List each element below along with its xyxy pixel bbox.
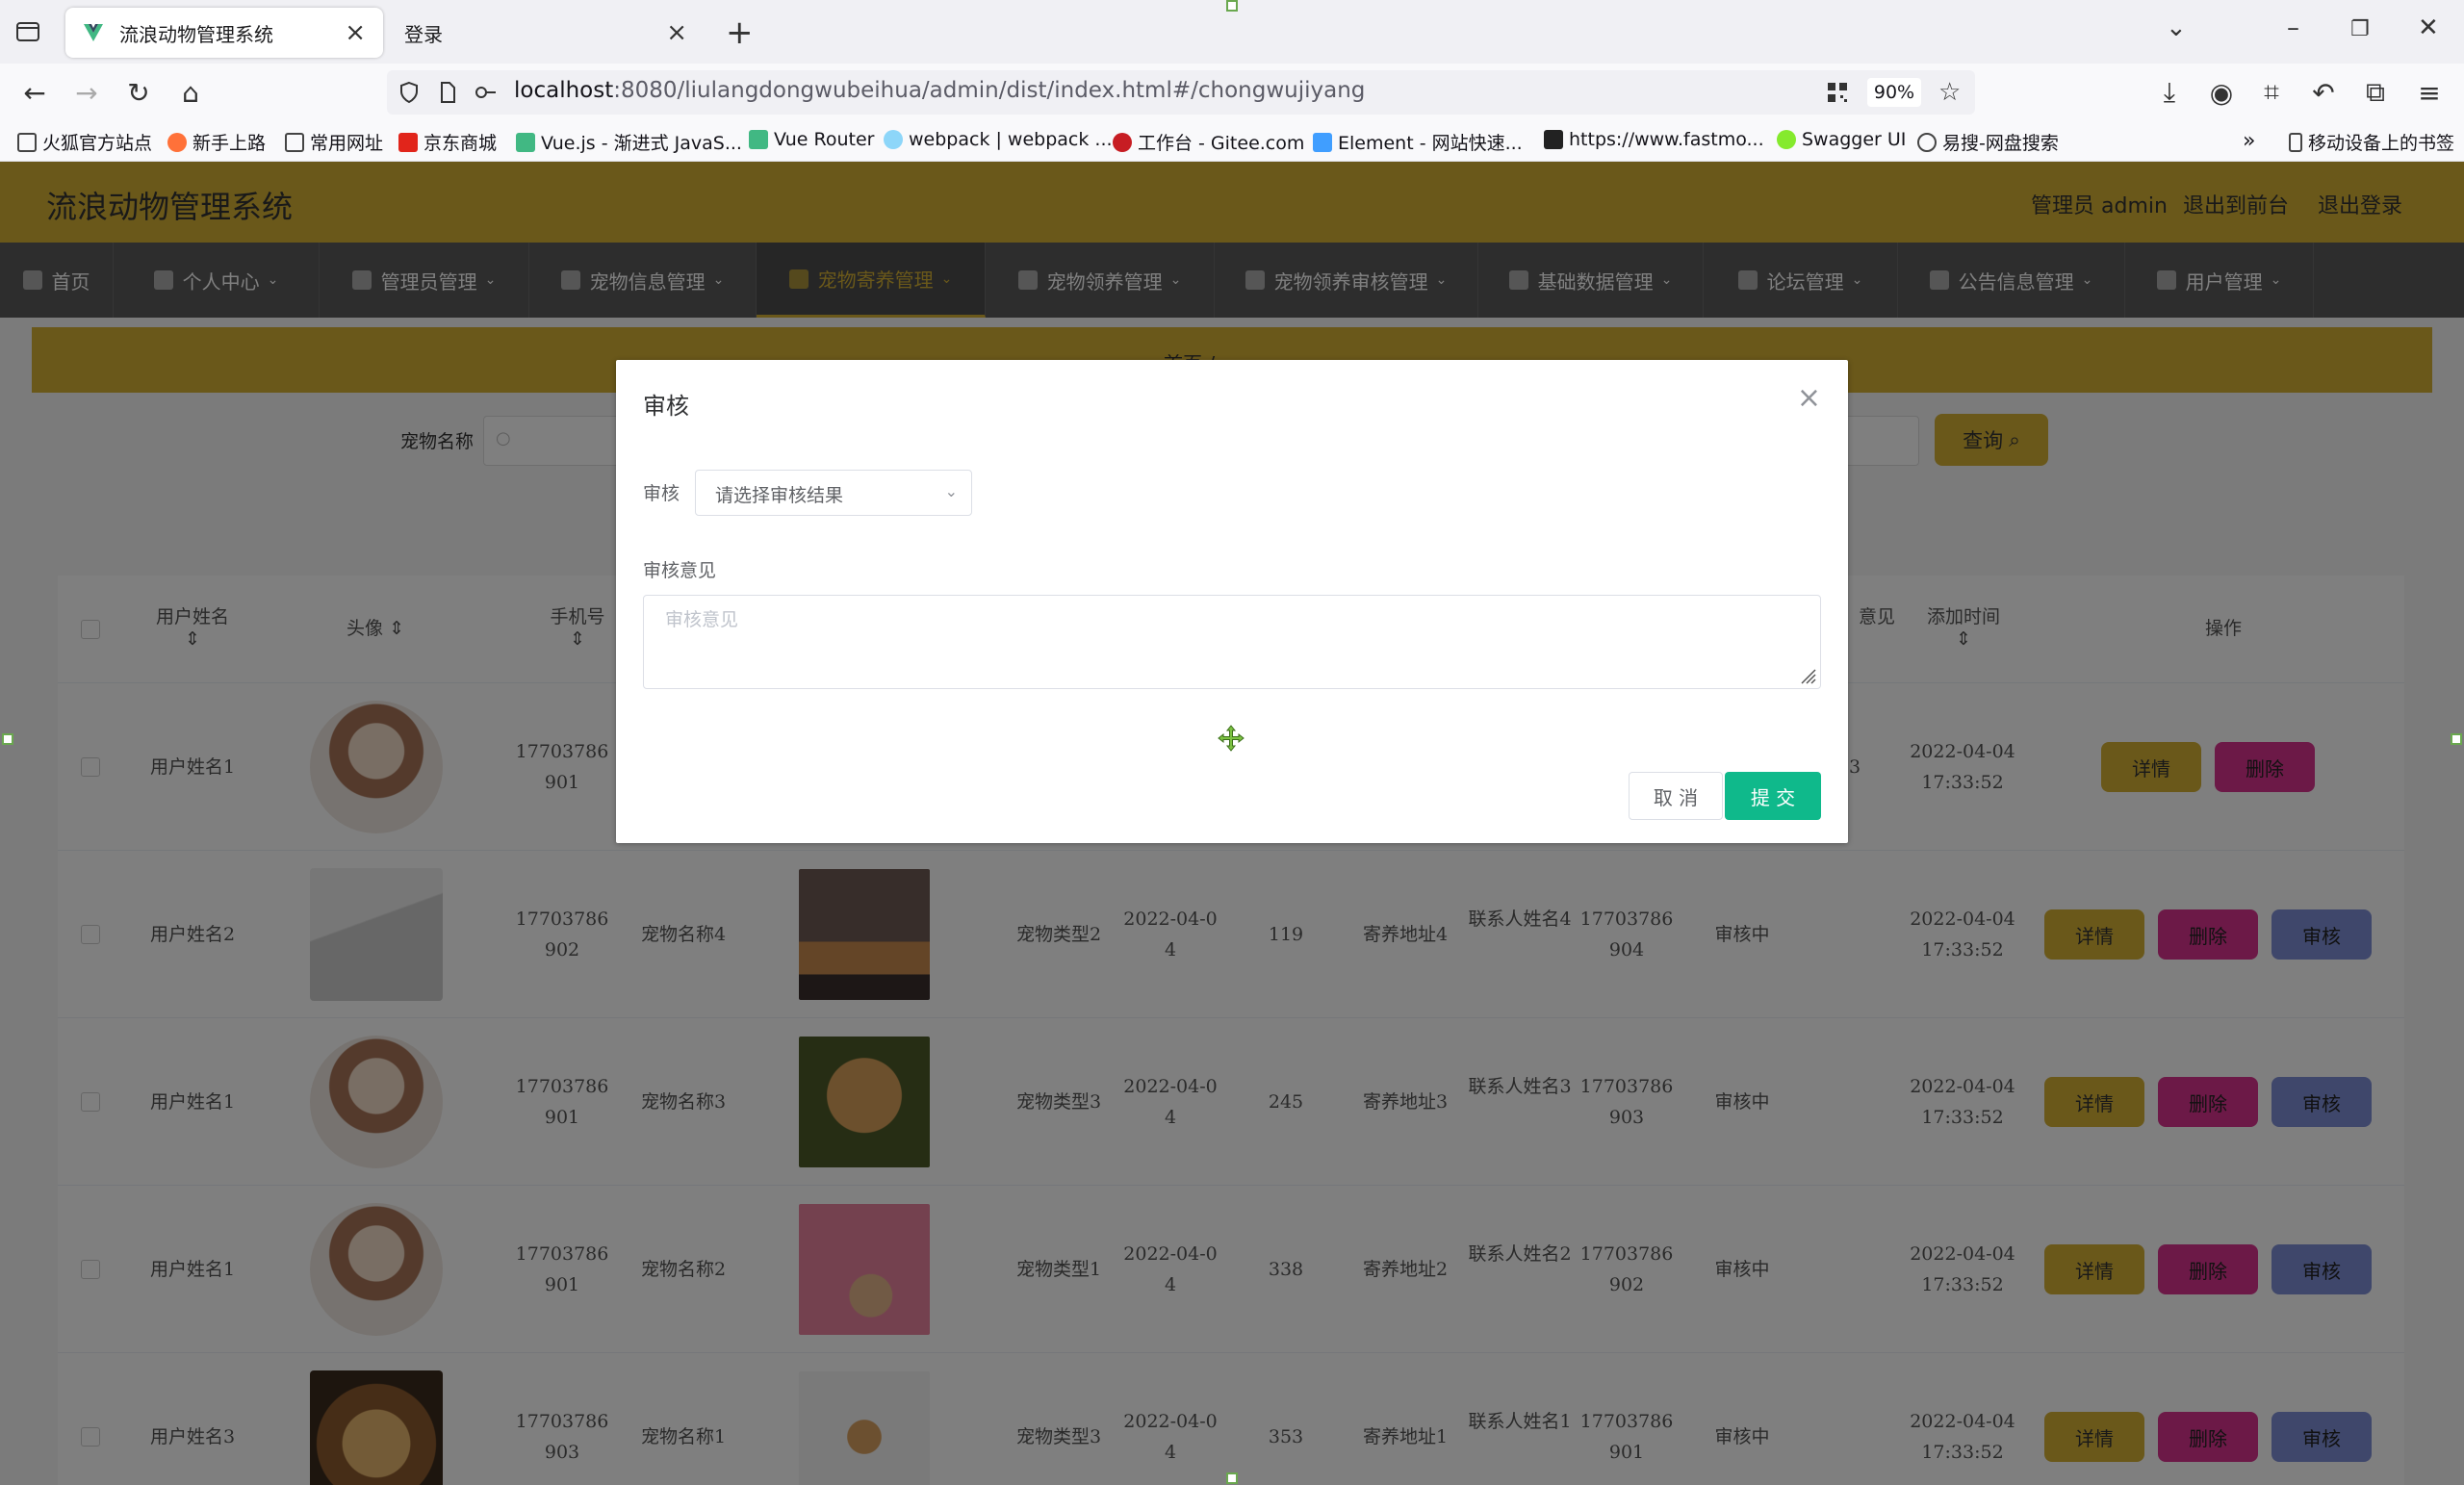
browser-tab-active[interactable]: 流浪动物管理系统 × <box>65 8 383 58</box>
bookmark-label: Element - 网站快速... <box>1338 133 1523 154</box>
vue-icon <box>749 130 768 149</box>
chevron-down-icon: ⌄ <box>944 482 958 500</box>
bookmark-item[interactable]: 工作台 - Gitee.com <box>1113 129 1304 155</box>
textarea-placeholder: 审核意见 <box>665 609 739 630</box>
bookmark-item[interactable]: 新手上路 <box>167 129 266 155</box>
download-icon[interactable]: ⤓ <box>2152 75 2187 110</box>
bookmark-label: 易搜-网盘搜索 <box>1942 133 2059 154</box>
menu-icon[interactable]: ≡ <box>2412 75 2447 110</box>
bookmark-item[interactable]: Swagger UI <box>1777 129 1906 150</box>
restore-icon[interactable]: ❐ <box>2350 17 2370 41</box>
bookmark-item[interactable]: Vue.js - 渐进式 JavaS... <box>516 129 742 155</box>
vue-icon <box>516 132 535 152</box>
swagger-icon <box>1777 130 1796 149</box>
more-bookmarks-icon[interactable]: » <box>2243 129 2255 153</box>
audit-label: 审核 <box>643 483 680 504</box>
jd-icon <box>398 132 418 152</box>
back-icon[interactable]: ← <box>17 75 52 110</box>
bookmark-item[interactable]: Vue Router <box>749 129 874 150</box>
bookmark-item[interactable]: webpack | webpack ... <box>884 129 1113 150</box>
url-host: localhost <box>514 78 614 103</box>
tab-title: 流浪动物管理系统 <box>119 22 273 46</box>
url-bar[interactable]: localhost:8080/liulangdongwubeihua/admin… <box>387 70 1975 115</box>
bookmark-item[interactable]: 易搜-网盘搜索 <box>1917 129 2059 155</box>
selection-handle <box>1226 1472 1238 1484</box>
reload-icon[interactable]: ↻ <box>121 75 156 110</box>
minimize-icon[interactable]: – <box>2287 13 2299 42</box>
firefox-icon <box>167 132 187 152</box>
mobile-bookmarks[interactable]: 移动设备上的书签 <box>2289 129 2454 155</box>
bookmark-label: 常用网址 <box>310 133 384 154</box>
browser-tab[interactable]: 登录 × <box>387 8 705 58</box>
bookmark-label: 火狐官方站点 <box>42 133 153 154</box>
home-icon[interactable]: ⌂ <box>173 75 208 110</box>
folder-icon <box>17 132 37 152</box>
extensions-icon[interactable]: ⧉ <box>2358 75 2393 110</box>
crop-icon[interactable]: ⌗ <box>2254 75 2289 110</box>
vue-favicon-icon <box>83 22 104 43</box>
bookmark-label: Vue Router <box>774 129 875 150</box>
selection-handle <box>2451 733 2462 745</box>
new-tab-icon[interactable]: + <box>726 13 754 52</box>
selection-handle <box>2 733 13 745</box>
webpack-icon <box>884 130 903 149</box>
bookmark-label: 京东商城 <box>424 133 498 154</box>
audit-opinion-textarea[interactable]: 审核意见 <box>643 595 1821 689</box>
element-icon <box>1313 132 1332 152</box>
browser-navbar: ← → ↻ ⌂ localhost:8080/liulangdongwubeih… <box>0 64 2464 121</box>
bookmark-item[interactable]: 常用网址 <box>285 129 383 155</box>
resize-grip-icon[interactable] <box>1799 667 1816 684</box>
close-window-icon[interactable]: ✕ <box>2418 13 2439 42</box>
bookmark-label: 移动设备上的书签 <box>2308 133 2455 154</box>
close-tab-icon[interactable]: × <box>345 18 366 47</box>
bookmark-item[interactable]: https://www.fastmo... <box>1544 129 1764 150</box>
bookmarks-bar: 火狐官方站点 新手上路 常用网址 京东商城 Vue.js - 渐进式 JavaS… <box>0 121 2464 162</box>
audit-result-select[interactable]: 请选择审核结果 ⌄ <box>695 470 972 516</box>
globe-icon <box>1917 132 1937 152</box>
url-text[interactable]: localhost:8080/liulangdongwubeihua/admin… <box>514 78 1365 103</box>
bookmark-item[interactable]: 京东商城 <box>398 129 497 155</box>
close-icon[interactable]: × <box>1797 381 1821 415</box>
shield-icon[interactable] <box>397 80 422 105</box>
move-cursor-icon <box>1217 724 1245 753</box>
fastmock-icon <box>1544 130 1563 149</box>
dialog-title: 审核 <box>643 393 689 420</box>
opinion-label: 审核意见 <box>643 560 717 581</box>
tab-list-icon[interactable] <box>13 17 42 46</box>
qr-code-icon[interactable] <box>1825 80 1850 105</box>
cancel-button[interactable]: 取 消 <box>1629 772 1723 820</box>
select-placeholder: 请选择审核结果 <box>715 485 844 506</box>
url-path: :8080/liulangdongwubeihua/admin/dist/ind… <box>613 78 1366 103</box>
undo-icon[interactable]: ↶ <box>2306 75 2341 110</box>
bookmark-label: Vue.js - 渐进式 JavaS... <box>541 133 742 154</box>
bookmark-label: Swagger UI <box>1802 129 1907 150</box>
folder-icon <box>285 132 304 152</box>
zoom-level[interactable]: 90% <box>1867 78 1921 107</box>
key-icon[interactable] <box>474 80 499 105</box>
forward-icon[interactable]: → <box>69 75 104 110</box>
page-icon <box>435 80 460 105</box>
bookmark-item[interactable]: Element - 网站快速... <box>1313 129 1523 155</box>
selection-handle <box>1226 0 1238 12</box>
tab-title: 登录 <box>404 22 443 46</box>
bookmark-label: https://www.fastmo... <box>1569 129 1764 150</box>
bookmark-item[interactable]: 火狐官方站点 <box>17 129 152 155</box>
bookmark-label: 新手上路 <box>192 133 267 154</box>
bookmark-label: webpack | webpack ... <box>909 129 1113 150</box>
submit-button[interactable]: 提 交 <box>1725 772 1821 820</box>
close-tab-icon[interactable]: × <box>666 18 687 47</box>
chevron-down-icon[interactable]: ⌄ <box>2166 13 2187 42</box>
bookmark-star-icon[interactable]: ☆ <box>1938 80 1964 105</box>
bookmark-label: 工作台 - Gitee.com <box>1138 133 1305 154</box>
account-icon[interactable]: ◉ <box>2204 75 2239 110</box>
mobile-icon <box>2289 132 2302 152</box>
gitee-icon <box>1113 132 1132 152</box>
audit-dialog: 审核 × 审核 请选择审核结果 ⌄ 审核意见 审核意见 取 消 提 交 <box>616 360 1848 843</box>
